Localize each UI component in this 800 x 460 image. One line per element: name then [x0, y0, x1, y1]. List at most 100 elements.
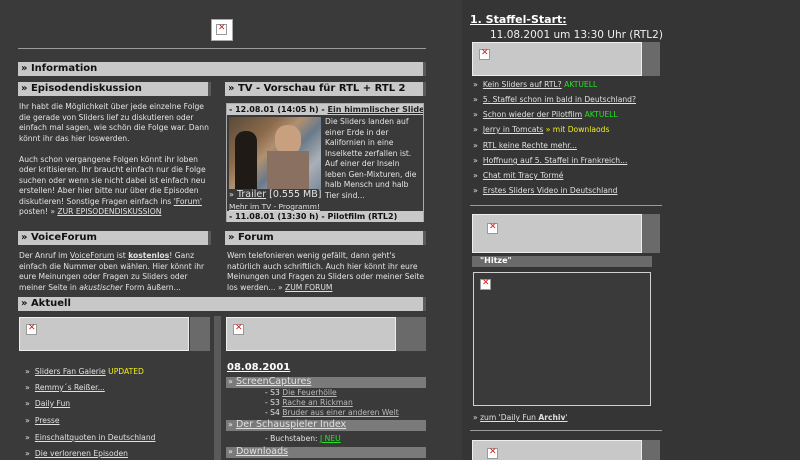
- sc-link[interactable]: Bruder aus einer anderen Welt: [282, 408, 398, 417]
- tv-image-figure: [235, 131, 257, 189]
- broken-image-icon: [233, 323, 244, 335]
- aktuell-item-label[interactable]: Daily Fun: [35, 399, 70, 408]
- tv-episode-image[interactable]: [229, 117, 321, 189]
- downloads-bar[interactable]: » Downloads: [226, 446, 426, 458]
- aktuell-item-label[interactable]: Einschaltquoten in Deutschland: [35, 433, 156, 442]
- information-header: » Information: [18, 62, 426, 76]
- episoden-para1: Ihr habt die Möglichkeit über jede einze…: [19, 102, 209, 143]
- news-item[interactable]: » Chat mit Tracy Tormé: [473, 171, 563, 180]
- buchstaben-link[interactable]: J NEU: [320, 434, 341, 443]
- tv-row1-date: - 12.08.01 (14:05 h) -: [229, 105, 328, 114]
- news-link[interactable]: Jerry in Tomcats: [483, 125, 543, 134]
- aktuell-item-label[interactable]: Die verlorenen Episoden: [35, 449, 128, 458]
- sc-link[interactable]: Rache an Rickman: [282, 398, 353, 407]
- aktuell-item[interactable]: » Einschaltquoten in Deutschland: [25, 433, 155, 442]
- sidebar-banner-2[interactable]: [472, 214, 642, 253]
- dailyfun-link[interactable]: zum 'Daily Fun Archiv': [480, 413, 568, 422]
- voiceforum-text: Der Anruf im VoiceForum ist kostenlos! G…: [19, 251, 211, 293]
- tv-trailer: » Trailer [0.555 MB]: [229, 189, 322, 200]
- arrow-icon: »: [25, 433, 30, 442]
- sc-item[interactable]: - S3 Die Feuerhölle: [265, 388, 337, 399]
- aktuell-date: 08.08.2001: [227, 362, 291, 373]
- sc-item[interactable]: - S3 Rache an Rickman: [265, 398, 353, 409]
- aktuell-badge: AKTUELL: [582, 110, 618, 119]
- news-link[interactable]: Erstes Sliders Video in Deutschland: [483, 186, 618, 195]
- downloads-link[interactable]: Downloads: [236, 446, 288, 457]
- aktuell-item-label[interactable]: Sliders Fan Galerie: [35, 367, 106, 376]
- aktuell-item[interactable]: » Remmy´s Reißer...: [25, 383, 105, 392]
- voiceforum-t4: Form äußern...: [122, 282, 181, 292]
- screencaptures-bar[interactable]: » ScreenCaptures: [226, 376, 426, 388]
- tv-row2-bold: Pilotfilm: [327, 212, 366, 221]
- news-item[interactable]: » Kein Sliders auf RTL? AKTUELL: [473, 80, 597, 89]
- forum-link[interactable]: 'Forum': [174, 197, 202, 206]
- voiceforum-t2: ist: [114, 251, 129, 260]
- news-item[interactable]: » Erstes Sliders Video in Deutschland: [473, 186, 618, 195]
- sc-item[interactable]: - S4 Bruder aus einer anderen Welt: [265, 408, 399, 419]
- arrow-icon: »: [25, 383, 30, 392]
- episoden-link[interactable]: ZUR EPISODENDISKUSSION: [57, 207, 161, 216]
- logo-frame: [211, 19, 233, 41]
- aktuell-banner-right[interactable]: [226, 317, 396, 351]
- aktuell-header: » Aktuell: [18, 297, 426, 311]
- aktuell-banner-left-shadow: [190, 317, 210, 351]
- arrow-icon: »: [473, 125, 478, 134]
- schauspieler-link[interactable]: Der Schauspieler Index: [236, 419, 346, 430]
- arrow-icon: »: [473, 110, 478, 119]
- news-item[interactable]: » Hoffnung auf 5. Staffel in Frankreich..…: [473, 156, 627, 165]
- sidebar-banner-1[interactable]: [472, 42, 642, 76]
- arrow-icon: »: [25, 449, 30, 458]
- aktuell-item[interactable]: » Presse: [25, 416, 60, 425]
- episoden-header: » Episodendiskussion: [18, 82, 211, 96]
- aktuell-badge: AKTUELL: [561, 80, 598, 89]
- updated-badge: UPDATED: [105, 367, 144, 376]
- forum-text: Wem telefonieren wenig gefällt, dann geh…: [227, 251, 425, 293]
- news-link[interactable]: Hoffnung auf 5. Staffel in Frankreich...: [483, 156, 627, 165]
- arrow-icon: »: [473, 156, 478, 165]
- news-link[interactable]: Schon wieder der Pilotfilm: [483, 110, 582, 119]
- sidebar-banner-3[interactable]: [472, 440, 642, 460]
- screencaptures-link[interactable]: ScreenCaptures: [236, 376, 311, 387]
- sidebar-divider: [470, 430, 662, 431]
- news-item[interactable]: » RTL keine Rechte mehr...: [473, 141, 577, 150]
- arrow-icon: »: [473, 171, 478, 180]
- trailer-link[interactable]: Trailer: [237, 189, 266, 200]
- forum-link-main[interactable]: ZUM FORUM: [285, 283, 332, 292]
- broken-image-icon: [480, 278, 491, 290]
- news-link[interactable]: Chat mit Tracy Tormé: [483, 171, 564, 180]
- buchstaben-row[interactable]: - Buchstaben: J NEU: [265, 434, 341, 445]
- arrow-icon: »: [25, 367, 30, 376]
- news-link[interactable]: RTL keine Rechte mehr...: [483, 141, 577, 150]
- arrow-icon: »: [473, 80, 478, 89]
- aktuell-banner-right-shadow: [396, 317, 426, 351]
- news-item[interactable]: » Schon wieder der Pilotfilm AKTUELL: [473, 110, 618, 119]
- aktuell-item-label[interactable]: Remmy´s Reißer...: [35, 383, 105, 392]
- arrow-icon: »: [25, 416, 30, 425]
- voiceforum-link[interactable]: VoiceForum: [70, 251, 114, 260]
- news-link[interactable]: 5. Staffel schon im bald in Deutschland?: [483, 95, 636, 104]
- aktuell-item[interactable]: » Die verlorenen Episoden: [25, 449, 128, 458]
- schauspieler-bar[interactable]: » Der Schauspieler Index: [226, 419, 426, 431]
- dailyfun-archive[interactable]: » zum 'Daily Fun Archiv': [473, 413, 568, 422]
- broken-image-icon: [487, 447, 498, 459]
- aktuell-item[interactable]: » Sliders Fan Galerie UPDATED: [25, 367, 144, 376]
- news-item[interactable]: » Jerry in Tomcats » mit Downlaods: [473, 125, 609, 134]
- dailyfun-link-a: zum 'Daily Fun: [480, 413, 539, 422]
- tv-box: - 12.08.01 (14:05 h) - Ein himmlischer S…: [226, 103, 424, 222]
- broken-image-icon: [216, 23, 227, 35]
- hitze-image-frame[interactable]: [473, 272, 651, 406]
- voiceforum-italic: akustischer: [79, 282, 123, 292]
- hitze-bar: "Hitze": [472, 256, 652, 267]
- aktuell-item[interactable]: » Daily Fun: [25, 399, 70, 408]
- tv-image-body: [267, 151, 309, 189]
- tv-desc: Die Sliders landen auf einer Erde in der…: [325, 117, 417, 200]
- tv-more-link[interactable]: Mehr im TV - Programm!: [229, 202, 320, 211]
- sc-link[interactable]: Die Feuerhölle: [282, 388, 337, 397]
- news-item[interactable]: » 5. Staffel schon im bald in Deutschland…: [473, 95, 636, 104]
- sidebar-banner-3-shadow: [642, 440, 660, 460]
- tv-row1-link[interactable]: Ein himmlischer Slide: [328, 105, 423, 114]
- news-link[interactable]: Kein Sliders auf RTL?: [483, 80, 562, 89]
- episoden-text: Ihr habt die Möglichkeit über jede einze…: [19, 102, 211, 218]
- aktuell-banner-left[interactable]: [19, 317, 189, 351]
- aktuell-item-label[interactable]: Presse: [35, 416, 60, 425]
